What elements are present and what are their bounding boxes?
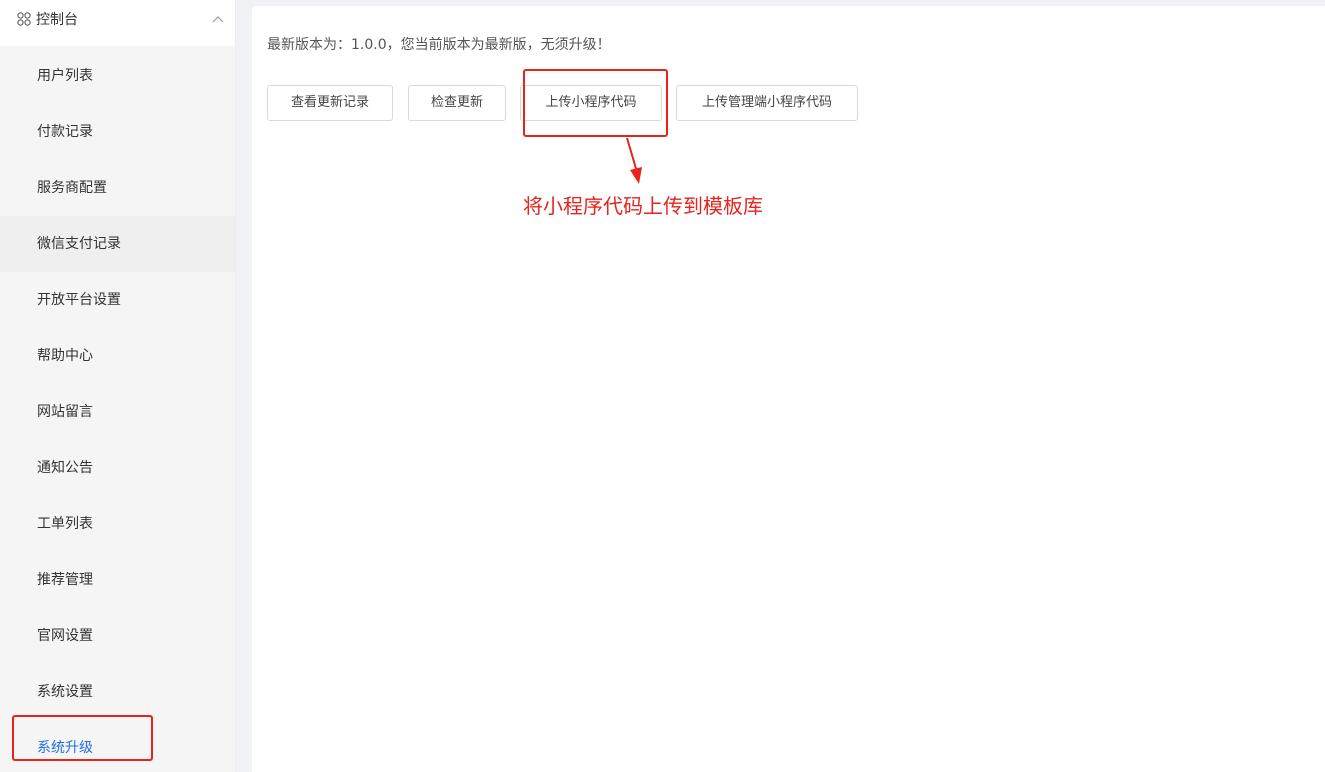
sidebar-item-label: 服务商配置	[37, 180, 107, 196]
sidebar-item-label: 网站留言	[37, 404, 93, 420]
sidebar-item-payment-records[interactable]: 付款记录	[0, 104, 235, 160]
main-panel: 最新版本为：1.0.0，您当前版本为最新版，无须升级！ 查看更新记录 检查更新 …	[252, 6, 1325, 772]
annotation-arrow-icon	[626, 137, 642, 184]
sidebar-item-label: 用户列表	[37, 68, 93, 84]
chevron-up-icon[interactable]	[212, 14, 224, 24]
annotation-highlight-upload-button	[523, 69, 668, 137]
upload-admin-miniprogram-code-button[interactable]: 上传管理端小程序代码	[676, 85, 858, 121]
app-root: 控制台 用户列表 付款记录 服务商配置 微信支付记录 开放平台设置 帮助中心 网…	[0, 0, 1325, 772]
sidebar-header-title: 控制台	[36, 12, 78, 28]
sidebar-item-provider-config[interactable]: 服务商配置	[0, 160, 235, 216]
sidebar-item-wechat-pay-records[interactable]: 微信支付记录	[0, 216, 235, 272]
sidebar-item-label: 微信支付记录	[37, 236, 121, 252]
sidebar-item-label: 推荐管理	[37, 572, 93, 588]
sidebar-item-label: 开放平台设置	[37, 292, 121, 308]
sidebar-item-label: 付款记录	[37, 124, 93, 140]
sidebar-item-open-platform-settings[interactable]: 开放平台设置	[0, 272, 235, 328]
sidebar-item-label: 工单列表	[37, 516, 93, 532]
sidebar-item-user-list[interactable]: 用户列表	[0, 48, 235, 104]
sidebar-item-site-messages[interactable]: 网站留言	[0, 384, 235, 440]
sidebar-item-label: 官网设置	[37, 628, 93, 644]
sidebar-item-ticket-list[interactable]: 工单列表	[0, 496, 235, 552]
sidebar-item-label: 通知公告	[37, 460, 93, 476]
dashboard-grid-icon	[17, 12, 31, 26]
annotation-highlight-system-upgrade	[12, 715, 153, 761]
sidebar-item-announcements[interactable]: 通知公告	[0, 440, 235, 496]
sidebar-item-help-center[interactable]: 帮助中心	[0, 328, 235, 384]
sidebar-header-console[interactable]: 控制台	[0, 0, 235, 46]
sidebar-item-website-settings[interactable]: 官网设置	[0, 608, 235, 664]
check-update-button[interactable]: 检查更新	[408, 85, 506, 121]
sidebar-menu: 用户列表 付款记录 服务商配置 微信支付记录 开放平台设置 帮助中心 网站留言 …	[0, 48, 235, 772]
sidebar: 控制台 用户列表 付款记录 服务商配置 微信支付记录 开放平台设置 帮助中心 网…	[0, 0, 236, 772]
sidebar-item-system-settings[interactable]: 系统设置	[0, 664, 235, 720]
sidebar-item-referral-management[interactable]: 推荐管理	[0, 552, 235, 608]
sidebar-item-label: 帮助中心	[37, 348, 93, 364]
annotation-label: 将小程序代码上传到模板库	[523, 194, 763, 218]
sidebar-item-label: 系统设置	[37, 684, 93, 700]
view-update-log-button[interactable]: 查看更新记录	[267, 85, 393, 121]
version-status-text: 最新版本为：1.0.0，您当前版本为最新版，无须升级！	[267, 37, 611, 53]
